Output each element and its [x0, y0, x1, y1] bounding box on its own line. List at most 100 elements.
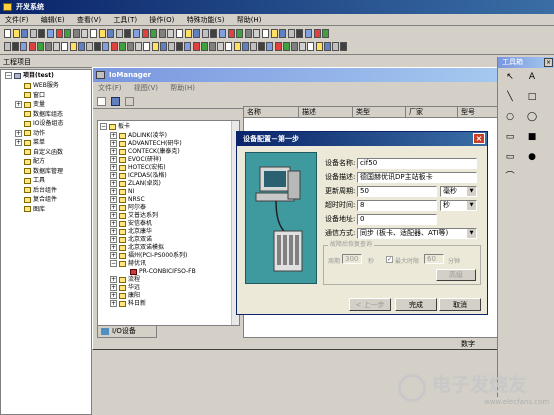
project-tree-item[interactable]: 数据库组态 — [15, 110, 63, 119]
project-tree-item[interactable]: 图库 — [15, 205, 45, 214]
toolbar-button-icon[interactable] — [227, 29, 235, 38]
toolbar-button-icon[interactable] — [219, 29, 226, 38]
comm-select[interactable]: 同步 (板卡、适配器、ATI等) ▼ — [357, 228, 477, 239]
toolbar-button-icon[interactable] — [296, 29, 304, 38]
finish-button[interactable]: 完成 — [395, 298, 437, 311]
toolbar-button-icon[interactable] — [38, 29, 46, 38]
menu-operate[interactable]: 操作(O) — [144, 14, 179, 26]
iomanager-menu-file[interactable]: 文件(F) — [93, 82, 127, 94]
toolbar-button-icon[interactable] — [150, 29, 158, 38]
col-type[interactable]: 类型 — [353, 107, 406, 118]
max-limit-checkbox[interactable]: ✓ — [386, 256, 393, 263]
recovery-period-field[interactable]: 300 — [342, 254, 362, 264]
toolbar-button-icon[interactable] — [299, 42, 307, 51]
toolbar-button-icon[interactable] — [81, 29, 89, 38]
project-tree-item[interactable]: IO设备组态 — [15, 119, 64, 128]
project-tree-item[interactable]: 配方 — [15, 157, 45, 166]
toolbar-button-icon[interactable] — [192, 42, 200, 51]
expand-icon[interactable]: + — [110, 300, 117, 307]
toolbar-button-icon[interactable] — [36, 42, 44, 51]
update-unit-select[interactable]: 毫秒 ▼ — [440, 186, 477, 197]
expand-icon[interactable]: + — [110, 180, 117, 187]
toolbar-button-icon[interactable] — [72, 29, 80, 38]
toolbar-button-icon[interactable] — [236, 29, 244, 38]
toolbox-close-icon[interactable]: × — [544, 58, 553, 67]
drawing-tool-icon[interactable]: ⌒ — [504, 171, 516, 183]
device-name-field[interactable]: cif50 — [357, 158, 477, 169]
drawing-tool-icon[interactable]: A — [526, 71, 538, 83]
col-desc[interactable]: 描述 — [299, 107, 353, 118]
menu-edit[interactable]: 编辑(E) — [36, 14, 70, 26]
toolbar-button-icon[interactable] — [266, 42, 274, 51]
toolbar-button-icon[interactable] — [20, 42, 28, 51]
expand-icon[interactable]: + — [110, 132, 117, 139]
drawing-tool-icon[interactable]: ○ — [504, 111, 516, 123]
expand-icon[interactable]: + — [110, 172, 117, 179]
toolbar-button-icon[interactable] — [209, 42, 216, 51]
toolbar-button-icon[interactable] — [29, 29, 37, 38]
toolbar-button-icon[interactable] — [332, 42, 339, 51]
toolbar-button-icon[interactable] — [143, 42, 151, 51]
expand-icon[interactable]: + — [110, 196, 117, 203]
drawing-tool-icon[interactable]: ● — [526, 151, 538, 163]
device-tree-root[interactable]: − 板卡 — [100, 122, 130, 131]
expand-icon[interactable]: + — [110, 284, 117, 291]
device-tree-item[interactable]: + 科日新 — [110, 299, 146, 308]
expand-icon[interactable]: + — [15, 101, 22, 108]
toolbar-button-icon[interactable] — [12, 29, 20, 38]
toolbar-button-icon[interactable] — [102, 42, 110, 51]
update-period-field[interactable]: 50 — [357, 186, 437, 197]
new-icon[interactable] — [97, 97, 106, 106]
collapse-icon[interactable]: − — [5, 72, 12, 79]
toolbar-button-icon[interactable] — [323, 42, 331, 51]
toolbar-button-icon[interactable] — [274, 42, 282, 51]
toolbar-button-icon[interactable] — [28, 42, 36, 51]
expand-icon[interactable]: + — [110, 140, 117, 147]
expand-icon[interactable]: + — [110, 236, 117, 243]
device-desc-field[interactable]: 德国赫优讯DP主站板卡 — [357, 172, 477, 183]
toolbar-button-icon[interactable] — [225, 42, 233, 51]
address-field[interactable]: 0 — [357, 214, 437, 225]
expand-icon[interactable]: + — [110, 292, 117, 299]
menu-special[interactable]: 特殊功能(S) — [182, 14, 230, 26]
toolbar-button-icon[interactable] — [244, 29, 252, 38]
toolbar-button-icon[interactable] — [133, 29, 140, 38]
toolbar-button-icon[interactable] — [176, 42, 184, 51]
expand-icon[interactable]: + — [110, 204, 117, 211]
toolbar-button-icon[interactable] — [94, 42, 102, 51]
toolbar-button-icon[interactable] — [12, 42, 20, 51]
toolbar-button-icon[interactable] — [250, 42, 257, 51]
dialog-close-icon[interactable]: × — [473, 133, 485, 144]
toolbar-button-icon[interactable] — [258, 42, 266, 51]
toolbar-button-icon[interactable] — [55, 29, 63, 38]
toolbar-button-icon[interactable] — [4, 29, 11, 38]
drawing-tool-icon[interactable]: ■ — [526, 131, 538, 143]
expand-icon[interactable]: + — [110, 220, 117, 227]
toolbar-button-icon[interactable] — [124, 29, 132, 38]
toolbar-button-icon[interactable] — [4, 42, 11, 51]
toolbar-button-icon[interactable] — [200, 42, 208, 51]
toolbar-button-icon[interactable] — [184, 42, 192, 51]
toolbar-button-icon[interactable] — [262, 29, 269, 38]
prev-button[interactable]: < 上一步 — [349, 298, 391, 311]
toolbar-button-icon[interactable] — [21, 29, 29, 38]
expand-icon[interactable]: + — [110, 276, 117, 283]
chevron-down-icon[interactable]: ▼ — [467, 229, 476, 238]
toolbar-button-icon[interactable] — [64, 29, 72, 38]
iomanager-menu-help[interactable]: 帮助(H) — [165, 82, 200, 94]
col-name[interactable]: 名称 — [244, 107, 299, 118]
drawing-tool-icon[interactable]: ↖ — [504, 71, 516, 83]
toolbar-button-icon[interactable] — [307, 42, 315, 51]
menu-file[interactable]: 文件(F) — [0, 14, 34, 26]
toolbar-button-icon[interactable] — [61, 42, 69, 51]
chevron-down-icon[interactable]: ▼ — [467, 187, 476, 196]
toolbar-button-icon[interactable] — [159, 42, 167, 51]
expand-icon[interactable]: + — [15, 129, 22, 137]
toolbar-button-icon[interactable] — [270, 29, 278, 38]
drawing-tool-icon[interactable]: ◯ — [526, 111, 538, 123]
toolbar-button-icon[interactable] — [115, 29, 123, 38]
menu-tools[interactable]: 工具(T) — [108, 14, 142, 26]
toolbar-button-icon[interactable] — [141, 29, 149, 38]
expand-icon[interactable]: + — [110, 244, 117, 251]
toolbar-button-icon[interactable] — [77, 42, 85, 51]
